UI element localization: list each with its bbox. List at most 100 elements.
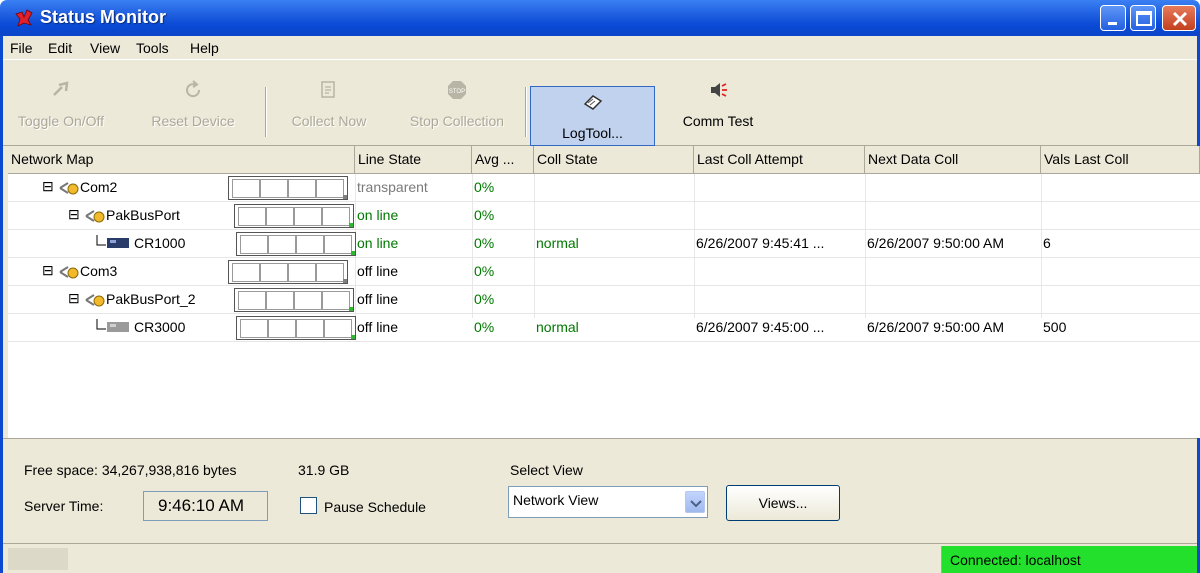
- comm-port-icon: [59, 266, 79, 279]
- tree-node-label[interactable]: CR3000: [134, 319, 185, 335]
- table-row[interactable]: CR1000 on line 0% normal 6/26/2007 9:45:…: [8, 230, 1200, 258]
- free-space-label: Free space: 34,267,938,816 bytes: [24, 462, 237, 478]
- stop-collection-button[interactable]: STOP Stop Collection: [395, 75, 519, 133]
- svg-text:STOP: STOP: [449, 89, 465, 95]
- line-state: off line: [357, 263, 398, 279]
- views-button[interactable]: Views...: [726, 485, 840, 521]
- next-data-coll: 6/26/2007 9:50:00 AM: [867, 319, 1004, 335]
- activity-boxes: [228, 176, 348, 200]
- avg-value: 0%: [474, 291, 495, 307]
- pakbus-port-icon: [85, 210, 105, 223]
- column-header-vals-last-coll[interactable]: Vals Last Coll: [1041, 146, 1200, 174]
- datalogger-icon: [96, 319, 129, 332]
- menu-bar: File Edit View Tools Help: [3, 36, 1197, 60]
- vals-last-coll: 500: [1043, 319, 1067, 335]
- connection-status-text: Connected: localhost: [950, 552, 1081, 568]
- coll-state: normal: [536, 235, 579, 251]
- minimize-icon: [1108, 22, 1117, 25]
- collapse-icon[interactable]: ⊟: [68, 206, 80, 223]
- table-row[interactable]: CR3000 off line 0% normal 6/26/2007 9:45…: [8, 314, 1200, 342]
- activity-boxes: [234, 288, 354, 312]
- avg-value: 0%: [474, 207, 495, 223]
- vals-last-coll: 6: [1043, 235, 1051, 251]
- tree-node-label[interactable]: PakBusPort: [106, 207, 180, 223]
- avg-value: 0%: [474, 179, 495, 195]
- logtool-button[interactable]: LogTool...: [530, 86, 655, 146]
- menu-edit[interactable]: Edit: [48, 40, 72, 56]
- server-time-label: Server Time:: [24, 498, 104, 514]
- reset-device-button[interactable]: Reset Device: [143, 75, 243, 133]
- toolbar-separator: [265, 87, 267, 137]
- pause-schedule-checkbox[interactable]: [300, 497, 317, 514]
- line-state: on line: [357, 207, 399, 223]
- tree-node-label[interactable]: Com3: [80, 263, 117, 279]
- activity-boxes: [236, 232, 356, 256]
- collapse-icon[interactable]: ⊟: [68, 290, 80, 307]
- select-view-dropdown[interactable]: Network View: [508, 486, 708, 518]
- stop-icon: STOP: [448, 81, 466, 99]
- tree-node-label[interactable]: Com2: [80, 179, 117, 195]
- close-icon: [1172, 11, 1188, 27]
- minimize-button[interactable]: [1100, 5, 1126, 31]
- line-state: off line: [357, 319, 398, 335]
- tree-node-label[interactable]: CR1000: [134, 235, 185, 251]
- pause-schedule-label[interactable]: Pause Schedule: [324, 499, 426, 515]
- free-space-gb: 31.9 GB: [298, 462, 350, 478]
- select-view-label: Select View: [510, 462, 583, 478]
- collapse-icon[interactable]: ⊟: [42, 178, 54, 195]
- avg-value: 0%: [474, 319, 495, 335]
- column-header-next-data-coll[interactable]: Next Data Coll: [865, 146, 1041, 174]
- last-coll-attempt: 6/26/2007 9:45:41 ...: [696, 235, 825, 251]
- table-row[interactable]: ⊟ PakBusPort_2 off line 0%: [8, 286, 1200, 314]
- column-header-network-map[interactable]: Network Map: [8, 146, 355, 174]
- title-bar: Status Monitor: [0, 0, 1200, 36]
- collect-now-button[interactable]: Collect Now: [283, 75, 375, 133]
- connection-status: Connected: localhost: [941, 546, 1197, 573]
- maximize-icon: [1136, 11, 1152, 26]
- column-header-avg[interactable]: Avg ...: [472, 146, 534, 174]
- activity-boxes: [234, 204, 354, 228]
- last-coll-attempt: 6/26/2007 9:45:00 ...: [696, 319, 825, 335]
- server-time-display: 9:46:10 AM: [143, 491, 268, 521]
- reset-icon: [186, 80, 201, 98]
- status-bar: Connected: localhost: [3, 543, 1197, 573]
- table-row[interactable]: ⊟ Com2 transparent 0%: [8, 174, 1200, 202]
- maximize-button[interactable]: [1130, 5, 1156, 31]
- pakbus-port-icon: [85, 294, 105, 307]
- status-bar-panel: [8, 548, 68, 570]
- collect-icon: [321, 81, 335, 98]
- coll-state: normal: [536, 319, 579, 335]
- avg-value: 0%: [474, 235, 495, 251]
- window-title: Status Monitor: [40, 7, 166, 27]
- toggle-on-off-button[interactable]: Toggle On/Off: [15, 75, 107, 133]
- activity-boxes: [228, 260, 348, 284]
- select-view-value: Network View: [513, 492, 599, 508]
- table-row[interactable]: ⊟ PakBusPort on line 0%: [8, 202, 1200, 230]
- menu-help[interactable]: Help: [190, 40, 219, 56]
- comm-test-button[interactable]: Comm Test: [668, 75, 768, 133]
- menu-view[interactable]: View: [90, 40, 120, 56]
- avg-value: 0%: [474, 263, 495, 279]
- chevron-down-icon: [690, 500, 702, 508]
- line-state: off line: [357, 291, 398, 307]
- table-row[interactable]: ⊟ Com3 off line 0%: [8, 258, 1200, 286]
- menu-file[interactable]: File: [10, 40, 33, 56]
- line-state: on line: [357, 235, 399, 251]
- comm-test-icon: [711, 83, 727, 97]
- comm-port-icon: [59, 182, 79, 195]
- next-data-coll: 6/26/2007 9:50:00 AM: [867, 235, 1004, 251]
- collapse-icon[interactable]: ⊟: [42, 262, 54, 279]
- tree-node-label[interactable]: PakBusPort_2: [106, 291, 196, 307]
- column-header-last-coll-attempt[interactable]: Last Coll Attempt: [694, 146, 865, 174]
- line-state: transparent: [357, 179, 428, 195]
- dropdown-button[interactable]: [685, 491, 705, 513]
- menu-tools[interactable]: Tools: [136, 40, 169, 56]
- toggle-icon: [53, 81, 69, 96]
- toolbar-separator: [525, 87, 527, 137]
- column-header-line-state[interactable]: Line State: [355, 146, 472, 174]
- datalogger-icon: [96, 235, 129, 248]
- app-icon: [15, 9, 33, 27]
- toolbar: Toggle On/Off Reset Device Collect Now S…: [3, 61, 1197, 146]
- close-button[interactable]: [1162, 5, 1196, 31]
- column-header-coll-state[interactable]: Coll State: [534, 146, 694, 174]
